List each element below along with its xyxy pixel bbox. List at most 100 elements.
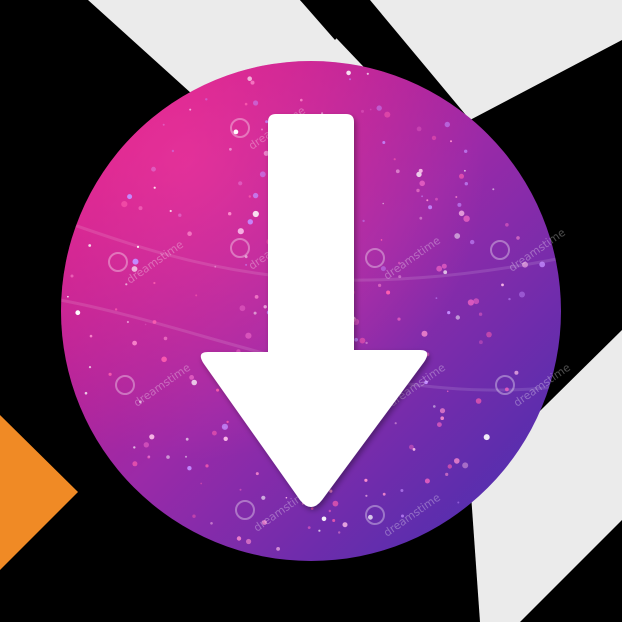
sparkle	[143, 442, 149, 448]
sparkle	[236, 536, 242, 541]
sparkle	[254, 295, 259, 299]
sparkle	[445, 472, 449, 476]
sparkle	[185, 455, 187, 458]
sparkle	[250, 80, 255, 85]
sparkle	[457, 202, 462, 207]
sparkle	[464, 182, 468, 186]
sparkle	[185, 437, 189, 441]
sparkle	[424, 478, 430, 484]
sparkle	[214, 265, 217, 268]
sparkle	[253, 100, 259, 106]
sparkle	[446, 390, 449, 393]
sparkle	[221, 423, 228, 430]
sparkle	[419, 216, 423, 220]
sparkle	[133, 446, 136, 449]
sparkle	[200, 482, 203, 485]
sparkle	[436, 265, 443, 272]
sparkle	[412, 448, 416, 451]
sparkle	[368, 514, 373, 520]
sparkle	[501, 283, 504, 287]
sparkle	[245, 332, 252, 339]
sparkle	[276, 547, 280, 551]
sparkle	[539, 261, 546, 268]
sparkle	[440, 416, 445, 421]
sparkle	[108, 372, 112, 376]
sparkle	[516, 236, 520, 240]
sparkle	[361, 109, 364, 113]
sparkle	[151, 166, 156, 172]
sparkle	[195, 294, 198, 297]
sparkle	[421, 195, 423, 198]
sparkle	[75, 310, 81, 316]
sparkle	[458, 210, 465, 217]
sparkle	[132, 340, 138, 346]
sparkle	[454, 233, 461, 239]
sparkle	[212, 430, 217, 436]
sparkle	[166, 455, 170, 459]
sparkle	[486, 331, 492, 338]
sparkle	[253, 311, 257, 315]
sparkle	[400, 489, 404, 492]
sparkle	[132, 258, 139, 265]
sparkle	[310, 507, 314, 510]
sparkle	[300, 98, 303, 102]
sparkle	[419, 180, 426, 187]
sparkle	[435, 297, 438, 299]
sparkle	[252, 192, 259, 199]
sparkle	[144, 323, 147, 326]
sparkle	[433, 405, 436, 408]
sparkle	[428, 205, 433, 210]
sparkle	[464, 169, 466, 172]
sparkle	[354, 337, 358, 342]
sparkle	[447, 464, 452, 469]
sparkle	[431, 135, 437, 141]
sparkle	[84, 391, 88, 395]
sparkle	[508, 297, 511, 301]
sparkle	[470, 239, 475, 245]
sparkle	[114, 308, 118, 311]
sparkle	[149, 434, 155, 440]
sparkle	[382, 202, 385, 205]
sparkle	[189, 108, 192, 111]
sparkle	[210, 522, 213, 525]
sparkle	[70, 274, 74, 278]
sparkle	[239, 488, 242, 491]
sparkle	[393, 158, 396, 161]
sparkle	[457, 501, 460, 504]
sparkle	[514, 370, 519, 375]
sparkle	[505, 223, 509, 227]
sparkle	[229, 147, 232, 151]
sparkle	[364, 478, 368, 482]
sparkle	[67, 295, 69, 298]
sparkle	[238, 181, 243, 186]
sparkle	[252, 210, 259, 218]
sparkle	[237, 228, 244, 235]
download-icon-graphic: dreamstime dreamstime dreamstime dreamstime…	[0, 0, 622, 622]
sparkle	[246, 538, 252, 545]
sparkle	[265, 120, 268, 124]
sparkle	[162, 123, 165, 126]
sparkle	[153, 281, 156, 285]
sparkle	[121, 201, 128, 208]
sparkle	[464, 149, 468, 153]
sparkle	[187, 466, 192, 471]
sparkle	[365, 494, 368, 497]
sparkle	[382, 141, 386, 144]
sparkle	[473, 298, 480, 305]
sparkle	[397, 317, 401, 321]
sparkle	[259, 171, 266, 178]
sparkle	[459, 173, 464, 179]
sparkle	[125, 283, 128, 286]
sparkle	[386, 290, 391, 295]
sparkle	[444, 121, 450, 128]
sparkle	[228, 212, 232, 216]
sparkle	[416, 126, 422, 132]
sparkle	[454, 458, 460, 464]
sparkle	[416, 188, 420, 193]
sparkle	[247, 219, 253, 225]
sparkle	[443, 270, 448, 275]
sparkle	[378, 283, 382, 287]
sparkle	[153, 186, 156, 189]
sparkle	[152, 320, 157, 324]
sparkle	[455, 315, 460, 320]
